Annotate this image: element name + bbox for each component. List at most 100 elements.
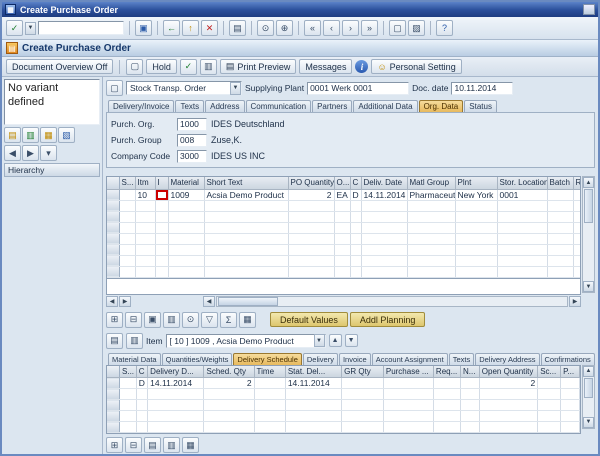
column-header[interactable]: S... (119, 177, 135, 189)
row-selector[interactable] (107, 389, 120, 400)
column-header[interactable]: Reqmt No. (573, 177, 581, 189)
tab-quantities-weights[interactable]: Quantities/Weights (162, 353, 233, 365)
grid-cell[interactable] (254, 378, 285, 389)
shortcut-icon[interactable]: ▨ (408, 20, 425, 36)
column-header[interactable]: I (155, 177, 168, 189)
tab-confirmations[interactable]: Confirmations (541, 353, 595, 365)
hscroll-thumb[interactable] (218, 297, 278, 306)
grid-cell[interactable]: D (136, 378, 147, 389)
grid-cell[interactable]: Pharmaceuti (407, 189, 455, 200)
first-page-icon[interactable]: « (304, 20, 321, 36)
addl-planning-button[interactable]: Addl Planning (350, 312, 426, 327)
row-selector[interactable] (107, 378, 120, 389)
column-header[interactable]: Sched. Qty (204, 366, 254, 378)
personal-setting-button[interactable]: ☺ Personal Setting (371, 59, 461, 74)
grid-cell[interactable]: 2 (288, 189, 334, 200)
next-page-icon[interactable]: › (342, 20, 359, 36)
column-header[interactable]: Deliv. Date (361, 177, 407, 189)
last-page-icon[interactable]: » (361, 20, 378, 36)
column-header[interactable]: O... (334, 177, 350, 189)
grid-cell[interactable]: EA (334, 189, 350, 200)
grid-cell[interactable]: 14.11.2014 (285, 378, 341, 389)
favorites-icon[interactable]: ▦ (40, 127, 57, 143)
vscroll-thumb[interactable] (584, 378, 593, 398)
messages-button[interactable]: Messages (299, 59, 352, 74)
row-selector[interactable] (107, 266, 119, 277)
find-next-icon[interactable]: ⊕ (276, 20, 293, 36)
grid-cell[interactable] (120, 378, 137, 389)
company-code-field[interactable]: 3000 (177, 150, 207, 163)
grid-cell[interactable]: 1009 (168, 189, 204, 200)
save-icon[interactable]: ▣ (135, 20, 152, 36)
document-overview-button[interactable]: Document Overview Off (6, 59, 113, 74)
new-session-icon[interactable]: ▢ (389, 20, 406, 36)
row-selector[interactable] (107, 244, 119, 255)
tab-org-data[interactable]: Org. Data (419, 100, 464, 112)
column-header[interactable]: Batch (547, 177, 573, 189)
purch-group-field[interactable]: 008 (177, 134, 207, 147)
row-selector[interactable] (107, 233, 119, 244)
grid-cell[interactable]: New York (455, 189, 497, 200)
refresh-icon[interactable]: ▧ (58, 127, 75, 143)
header-expand-icon[interactable]: ▢ (106, 80, 123, 96)
lock-icon[interactable]: ▣ (144, 312, 161, 328)
vscroll-thumb[interactable] (584, 189, 593, 223)
grid-cell[interactable] (561, 378, 580, 389)
tab-texts-item[interactable]: Texts (449, 353, 475, 365)
column-header[interactable]: C (350, 177, 361, 189)
purch-org-field[interactable]: 1000 (177, 118, 207, 131)
row-selector[interactable] (107, 411, 120, 422)
grid-cell[interactable]: 2 (479, 378, 537, 389)
sum-icon[interactable]: Σ (220, 312, 237, 328)
grid-cell[interactable]: Acsia Demo Product (204, 189, 288, 200)
filter-icon[interactable]: ▽ (201, 312, 218, 328)
grid-cell[interactable] (433, 378, 460, 389)
grid-cell[interactable] (538, 378, 561, 389)
grid-cell[interactable] (342, 378, 384, 389)
order-type-combo[interactable]: Stock Transp. Order ▼ (126, 81, 242, 95)
grid-cell[interactable]: 2 (204, 378, 254, 389)
hold-button[interactable]: Hold (146, 59, 177, 74)
scroll-down-icon[interactable]: ▼ (583, 417, 594, 428)
scroll-left-icon[interactable]: ◀ (106, 296, 118, 307)
supplying-plant-field[interactable]: 0001 Werk 0001 (307, 82, 409, 95)
select-all-header[interactable] (107, 177, 119, 189)
cancel-icon[interactable]: ✕ (201, 20, 218, 36)
close-item-icon[interactable]: ▥ (126, 333, 143, 349)
tab-additional-data[interactable]: Additional Data (353, 100, 417, 112)
column-header[interactable]: Open Quantity (479, 366, 537, 378)
tab-texts[interactable]: Texts (175, 100, 204, 112)
print-icon[interactable]: ▤ (229, 20, 246, 36)
row-selector[interactable] (107, 400, 120, 411)
prev-item-icon[interactable]: ▲ (329, 334, 342, 347)
prev-node-icon[interactable]: ◀ (4, 145, 21, 161)
settings-icon[interactable]: ▾ (40, 145, 57, 161)
prev-page-icon[interactable]: ‹ (323, 20, 340, 36)
paste-line-icon[interactable]: ▥ (163, 437, 180, 453)
column-header[interactable]: PO Quantity (288, 177, 334, 189)
grid-cell[interactable]: 0001 (497, 189, 547, 200)
copy-icon[interactable]: ▥ (200, 59, 217, 75)
grid-cell[interactable] (547, 189, 573, 200)
collapse-all-icon[interactable]: ▥ (22, 127, 39, 143)
row-selector[interactable] (107, 211, 119, 222)
row-selector[interactable] (107, 200, 119, 211)
item-select-combo[interactable]: [ 10 ] 1009 , Acsia Demo Product ▼ (166, 334, 326, 348)
grid-cell[interactable]: 10 (135, 189, 155, 200)
info-icon[interactable]: i (355, 60, 368, 73)
expand-all-icon[interactable]: ▤ (4, 127, 21, 143)
help-icon[interactable]: ? (436, 20, 453, 36)
column-header[interactable]: Material (168, 177, 204, 189)
exit-icon[interactable]: ↑ (182, 20, 199, 36)
collapse-item-icon[interactable]: ▤ (106, 333, 123, 349)
find-icon[interactable]: ⊙ (257, 20, 274, 36)
copy-row-icon[interactable]: ▥ (163, 312, 180, 328)
column-header[interactable]: Delivery D... (148, 366, 204, 378)
column-header[interactable]: GR Qty (342, 366, 384, 378)
select-all-header[interactable] (107, 366, 120, 378)
tab-partners[interactable]: Partners (312, 100, 352, 112)
tab-invoice[interactable]: Invoice (339, 353, 371, 365)
column-header[interactable]: C (136, 366, 147, 378)
column-header[interactable]: Itm (135, 177, 155, 189)
tab-delivery-schedule[interactable]: Delivery Schedule (233, 353, 301, 365)
